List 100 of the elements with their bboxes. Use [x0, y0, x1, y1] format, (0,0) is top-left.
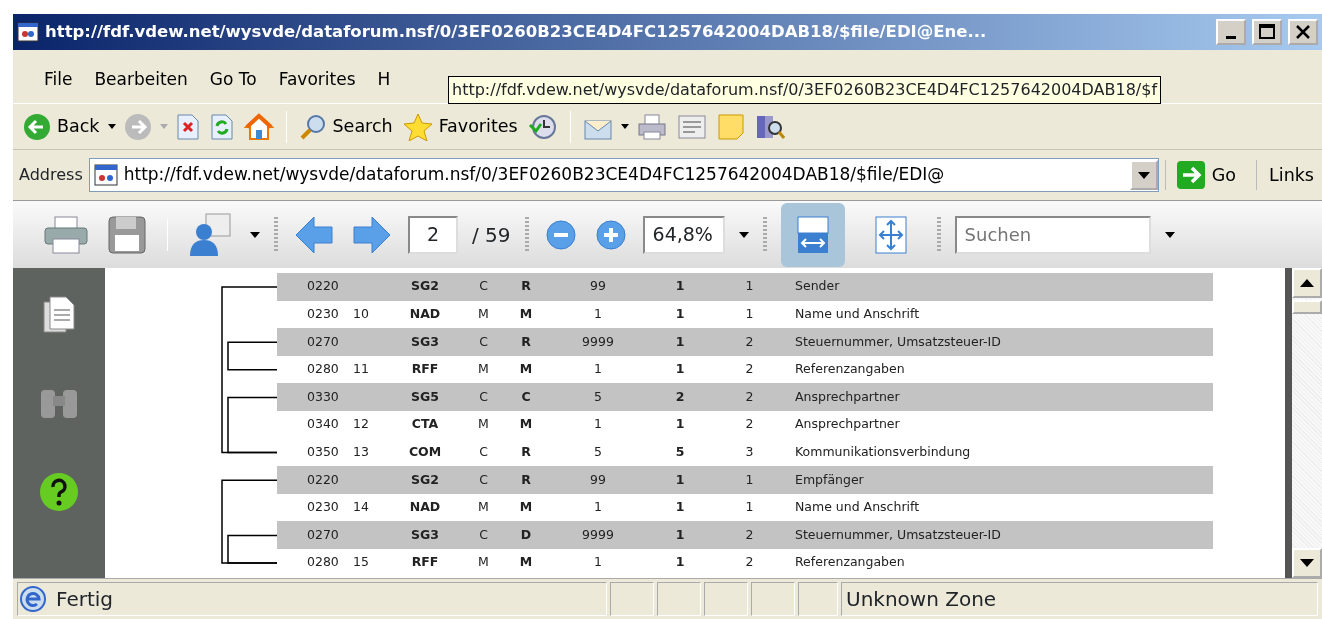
- table-cell-text: SG2: [410, 470, 440, 489]
- maximize-button[interactable]: [1252, 19, 1282, 45]
- search-field[interactable]: Suchen: [954, 215, 1151, 254]
- table-cell-text: 1: [593, 360, 603, 379]
- status-pane: [704, 582, 748, 616]
- table-cell-text: M: [477, 498, 490, 517]
- caret-icon[interactable]: [620, 124, 629, 129]
- page-number-field[interactable]: 2: [408, 215, 458, 254]
- address-url: http://fdf.vdew.net/wysvde/dataforum.nsf/0/3EF0260B23CE4D4FC1257642004DAB18/$file/EDI@: [123, 163, 946, 187]
- table-cell-text: 1: [744, 470, 755, 489]
- history-icon: [527, 112, 558, 141]
- scroll-thumb[interactable]: [1292, 300, 1322, 314]
- table-cell-text: 13: [353, 443, 370, 461]
- search-icon: [298, 112, 327, 141]
- table-cell-text: M: [477, 415, 490, 434]
- note-icon: [716, 112, 745, 141]
- table-cell-text: 1: [674, 525, 686, 544]
- table-cell-text: 1: [674, 498, 686, 517]
- table-cell-text: M: [518, 553, 534, 572]
- table-cell-text: M: [477, 360, 490, 379]
- search-button[interactable]: Search: [296, 110, 395, 143]
- go-button[interactable]: Go: [1164, 160, 1251, 190]
- table-cell-text: 1: [674, 305, 686, 323]
- table-cell-text: COM: [407, 443, 443, 461]
- menu-item[interactable]: File: [33, 66, 84, 93]
- table-cell-text: SG2: [410, 277, 440, 296]
- links-button[interactable]: Links: [1256, 159, 1316, 191]
- table-cell-text: 1: [593, 305, 603, 323]
- table-cell-text: 1: [674, 470, 686, 489]
- table-cell-text: C: [478, 470, 489, 489]
- table-cell-text: 0220: [307, 470, 340, 489]
- table-cell-text: R: [520, 332, 532, 351]
- menu-item[interactable]: Go To: [198, 66, 268, 93]
- scrollbar[interactable]: [1292, 268, 1322, 578]
- fit-width-button[interactable]: [780, 202, 845, 267]
- table-cell-text: 1: [593, 553, 603, 572]
- table-cell-text: C: [478, 443, 489, 461]
- table-cell-text: RFF: [410, 360, 440, 379]
- table-cell-text: 1: [744, 498, 755, 517]
- table-cell-text: M: [477, 305, 490, 323]
- zoom-in-icon: [594, 218, 627, 251]
- close-icon: [1295, 24, 1311, 40]
- pages-icon[interactable]: [42, 296, 76, 334]
- table-cell-text: 0340: [307, 415, 340, 434]
- up-arrow-icon: [1300, 279, 1314, 287]
- table-cell-text: Kommunikationsverbindung: [795, 443, 972, 461]
- table-cell-text: C: [520, 387, 532, 406]
- page-count: / 59: [472, 221, 511, 249]
- caret-icon[interactable]: [1164, 231, 1175, 238]
- table-cell-text: M: [477, 553, 490, 572]
- table-cell-text: 1: [674, 553, 686, 572]
- home-icon: [243, 112, 274, 141]
- table-cell-text: 0220: [307, 277, 340, 296]
- table-cell-text: M: [518, 360, 534, 379]
- table-cell-text: 10: [353, 305, 370, 323]
- refresh-icon: [209, 113, 234, 140]
- table-cell-text: 1: [593, 415, 603, 434]
- table-cell-text: Steuernummer, Umsatzsteuer-ID: [795, 525, 1002, 544]
- maximize-icon: [1259, 24, 1275, 40]
- table-cell-text: M: [518, 415, 534, 434]
- page-icon: [93, 163, 118, 187]
- table-cell-text: 1: [674, 360, 686, 379]
- table-cell-text: C: [478, 387, 489, 406]
- address-field[interactable]: http://fdf.vdew.net/wysvde/dataforum.nsf/0/3EF0260B23CE4D4FC1257642004DAB18/$file/EDI@: [88, 158, 1159, 192]
- table-cell-text: Referenzangaben: [795, 553, 906, 572]
- table-cell-text: Empfänger: [795, 470, 865, 489]
- scroll-up-button[interactable]: [1292, 268, 1322, 298]
- caret-icon[interactable]: [107, 124, 116, 129]
- table-cell-text: M: [518, 498, 534, 517]
- table-cell-text: 0270: [307, 332, 340, 351]
- table-cell-text: C: [478, 525, 489, 544]
- table-cell-text: 3: [744, 443, 755, 461]
- table-cell-text: 1: [674, 277, 686, 296]
- table-cell-text: RFF: [410, 553, 440, 572]
- scroll-down-button[interactable]: [1292, 548, 1322, 578]
- table-cell-text: NAD: [408, 305, 442, 323]
- caret-icon[interactable]: [250, 231, 260, 238]
- table-cell-text: 1: [674, 332, 686, 351]
- table-cell-text: R: [520, 443, 532, 461]
- menu-item[interactable]: H: [366, 66, 402, 93]
- table-cell-text: 1: [744, 305, 755, 323]
- table-cell-text: 12: [353, 415, 370, 434]
- close-button[interactable]: [1288, 19, 1318, 45]
- table-cell-text: SG3: [410, 525, 440, 544]
- table-cell-text: Ansprechpartner: [795, 387, 901, 406]
- dropdown-button[interactable]: [1129, 160, 1158, 190]
- table-cell-text: 1: [744, 277, 755, 296]
- favorites-button[interactable]: Favorites: [400, 110, 520, 143]
- table-cell-text: 2: [744, 387, 755, 406]
- table-cell-text: Ansprechpartner: [795, 415, 901, 434]
- menu-item[interactable]: Bearbeiten: [83, 66, 199, 93]
- table-cell-text: 99: [589, 277, 607, 296]
- caret-icon[interactable]: [738, 231, 749, 238]
- minimize-button[interactable]: [1216, 19, 1246, 45]
- help-icon[interactable]: [39, 472, 79, 512]
- back-button[interactable]: Back: [21, 110, 102, 143]
- caret-icon: [1137, 171, 1150, 179]
- zoom-field[interactable]: 64,8%: [642, 215, 725, 254]
- table-cell-text: 99: [589, 470, 607, 489]
- menu-item[interactable]: Favorites: [267, 66, 367, 93]
